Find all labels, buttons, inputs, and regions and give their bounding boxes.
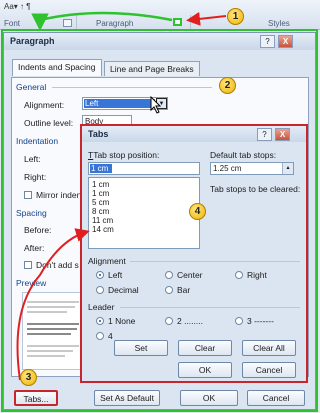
leader-none-radio[interactable] bbox=[96, 317, 104, 325]
leader-underline-radio[interactable] bbox=[96, 332, 104, 340]
list-item[interactable]: 1 cm bbox=[92, 180, 109, 189]
step-badge-3: 3 bbox=[20, 369, 37, 386]
list-item[interactable]: 11 cm bbox=[92, 216, 113, 225]
indentation-heading: Indentation bbox=[16, 136, 59, 146]
paragraph-group-label: Paragraph bbox=[96, 19, 134, 28]
step-badge-4: 4 bbox=[189, 203, 206, 220]
align-right-radio[interactable] bbox=[235, 271, 243, 279]
ribbon: Aa▾ ↑ ¶ Font Paragraph Styles bbox=[0, 0, 320, 30]
leader-none-label: 1 None bbox=[108, 316, 136, 326]
mirror-indents-label: Mirror inden bbox=[36, 190, 82, 200]
preview-heading: Preview bbox=[16, 278, 47, 288]
tab-stop-position-value: 1 cm bbox=[90, 164, 112, 173]
default-tab-stops-label: Default tab stops: bbox=[210, 150, 277, 160]
clear-all-button[interactable]: Clear All bbox=[242, 340, 296, 356]
spinner-icon[interactable]: ▴ bbox=[282, 163, 293, 174]
leader-dashes-label: 3 ------- bbox=[247, 316, 274, 326]
tab-stops-cleared-label: Tab stops to be cleared: bbox=[210, 184, 301, 194]
right-indent-label: Right: bbox=[24, 172, 47, 182]
leader-dashes-radio[interactable] bbox=[235, 317, 243, 325]
general-heading: General bbox=[16, 82, 47, 92]
cancel-button[interactable]: Cancel bbox=[247, 390, 305, 406]
align-decimal-radio[interactable] bbox=[96, 286, 104, 294]
align-center-label: Center bbox=[177, 270, 203, 280]
alignment-label: Alignment: bbox=[24, 100, 65, 110]
dont-add-space-label: Don't add s bbox=[36, 260, 79, 270]
leader-heading: Leader bbox=[88, 302, 115, 312]
tabs-cancel-button[interactable]: Cancel bbox=[242, 362, 296, 378]
divider bbox=[52, 87, 212, 88]
list-item[interactable]: 8 cm bbox=[92, 207, 109, 216]
tabs-titlebar[interactable]: Tabs ? X bbox=[82, 126, 306, 142]
cursor-icon bbox=[150, 96, 162, 114]
before-label: Before: bbox=[24, 225, 52, 235]
default-tab-stops-input[interactable]: 1.25 cm ▴ bbox=[210, 162, 294, 175]
divider bbox=[130, 261, 300, 262]
font-group-label: Font bbox=[4, 19, 21, 28]
tabs-ok-button[interactable]: OK bbox=[178, 362, 232, 378]
align-bar-label: Bar bbox=[177, 285, 191, 295]
tabs-dialog: Tabs ? X TTab stop position: 1 cm 1 cm 1… bbox=[80, 124, 308, 383]
tab-indents-spacing[interactable]: Indents and Spacing bbox=[12, 59, 102, 76]
default-tab-stops-value: 1.25 cm bbox=[213, 164, 242, 173]
alignment-heading: Alignment bbox=[88, 256, 126, 266]
align-decimal-label: Decimal bbox=[108, 285, 139, 295]
step-badge-2: 2 bbox=[219, 77, 236, 94]
align-left-label: Left bbox=[108, 270, 123, 280]
paragraph-titlebar[interactable]: Paragraph ? X bbox=[4, 33, 315, 50]
ok-button[interactable]: OK bbox=[180, 390, 238, 406]
tabs-help-button[interactable]: ? bbox=[257, 128, 272, 141]
dialog-title: Paragraph bbox=[10, 36, 55, 46]
font-dialog-launcher-icon[interactable] bbox=[63, 19, 72, 27]
tabs-dialog-title: Tabs bbox=[88, 129, 109, 139]
list-item[interactable]: 1 cm bbox=[92, 189, 109, 198]
help-button[interactable]: ? bbox=[260, 35, 275, 48]
dont-add-space-checkbox[interactable] bbox=[24, 261, 32, 269]
ribbon-separator bbox=[190, 15, 191, 29]
leader-dots-radio[interactable] bbox=[165, 317, 173, 325]
divider bbox=[120, 307, 300, 308]
align-left-radio[interactable] bbox=[96, 271, 104, 279]
spacing-heading: Spacing bbox=[16, 208, 47, 218]
set-as-default-button[interactable]: Set As Default bbox=[94, 390, 160, 406]
outline-level-label: Outline level: bbox=[24, 118, 74, 128]
after-label: After: bbox=[24, 243, 45, 253]
leader-dots-label: 2 ........ bbox=[177, 316, 203, 326]
left-indent-label: Left: bbox=[24, 154, 41, 164]
tab-stop-position-label: TTab stop position: bbox=[88, 150, 160, 160]
styles-group-label: Styles bbox=[268, 19, 290, 28]
alignment-value: Left bbox=[84, 99, 155, 108]
close-button[interactable]: X bbox=[278, 35, 293, 48]
ribbon-separator bbox=[76, 15, 77, 29]
mirror-indents-checkbox[interactable] bbox=[24, 191, 32, 199]
tab-stop-label-text: Tab stop position: bbox=[93, 150, 160, 160]
tabs-button[interactable]: Tabs... bbox=[14, 390, 58, 406]
list-item[interactable]: 14 cm bbox=[92, 225, 114, 234]
preview-box bbox=[22, 292, 84, 370]
paragraph-dialog-launcher-icon[interactable] bbox=[173, 18, 182, 26]
tabs-close-button[interactable]: X bbox=[275, 128, 290, 141]
set-button[interactable]: Set bbox=[114, 340, 168, 356]
tab-stop-position-input[interactable]: 1 cm bbox=[88, 162, 200, 175]
tab-line-page-breaks[interactable]: Line and Page Breaks bbox=[104, 61, 200, 76]
step-badge-1: 1 bbox=[227, 8, 244, 25]
tab-stops-list[interactable]: 1 cm 1 cm 5 cm 8 cm 11 cm 14 cm bbox=[88, 177, 200, 249]
ribbon-controls[interactable]: Aa▾ ↑ ¶ bbox=[4, 2, 31, 11]
align-center-radio[interactable] bbox=[165, 271, 173, 279]
align-right-label: Right bbox=[247, 270, 267, 280]
align-bar-radio[interactable] bbox=[165, 286, 173, 294]
list-item[interactable]: 5 cm bbox=[92, 198, 109, 207]
clear-button[interactable]: Clear bbox=[178, 340, 232, 356]
